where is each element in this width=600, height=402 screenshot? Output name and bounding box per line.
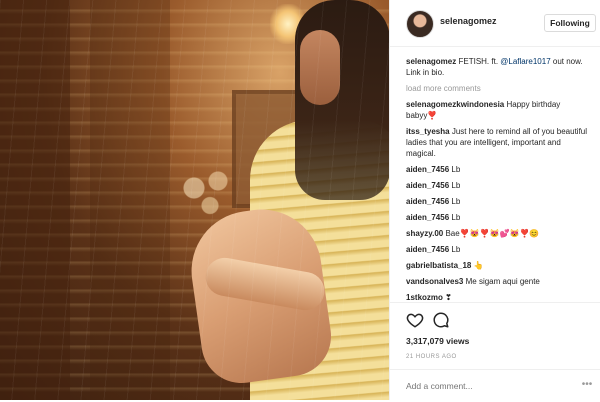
speech-bubble-icon[interactable] xyxy=(432,311,450,329)
caption-text: FETISH. ft. xyxy=(458,57,501,66)
comment-item: gabrielbatista_18 👆 xyxy=(406,260,592,271)
comment-username[interactable]: aiden_7456 xyxy=(406,181,449,190)
comment-username[interactable]: aiden_7456 xyxy=(406,213,449,222)
header-username[interactable]: selenagomez xyxy=(440,16,497,26)
comment-username[interactable]: aiden_7456 xyxy=(406,165,449,174)
post-timestamp[interactable]: 21 HOURS AGO xyxy=(406,354,457,360)
post-sidebar: selenagomez Following selenagomez FETISH… xyxy=(389,0,600,400)
view-count[interactable]: 3,317,079 views xyxy=(406,336,469,346)
comment-username[interactable]: selenagomezkwindonesia xyxy=(406,100,504,109)
comment-text: Lb xyxy=(451,245,461,254)
comment-item: aiden_7456 Lb xyxy=(406,212,592,223)
comment-item: aiden_7456 Lb xyxy=(406,244,592,255)
comment-item: aiden_7456 Lb xyxy=(406,180,592,191)
comment-username[interactable]: 1stkozmo xyxy=(406,293,443,302)
comment-item: selenagomezkwindonesia Happy birthday ba… xyxy=(406,99,592,121)
comment-username[interactable]: itss_tyesha xyxy=(406,127,450,136)
post-image[interactable] xyxy=(0,0,389,400)
more-options-icon[interactable]: ••• xyxy=(580,378,594,392)
comment-text: Bae❣️😻❣️😻💕😻❣️😊 xyxy=(445,229,540,238)
comment-text: Lb xyxy=(451,197,461,206)
comment-text: Lb xyxy=(451,213,461,222)
comment-list: selenagomez FETISH. ft. @Laflare1017 out… xyxy=(406,56,592,308)
comment-username[interactable]: vandsonalves3 xyxy=(406,277,463,286)
add-comment-input[interactable] xyxy=(406,379,566,393)
comment-text: Lb xyxy=(451,165,461,174)
comment-text: 👆 xyxy=(473,261,484,270)
avatar[interactable] xyxy=(406,10,434,38)
rain-overlay xyxy=(0,0,389,400)
comment-item: shayzy.00 Bae❣️😻❣️😻💕😻❣️😊 xyxy=(406,228,592,239)
heart-icon[interactable] xyxy=(406,311,424,329)
comment-username[interactable]: aiden_7456 xyxy=(406,197,449,206)
caption: selenagomez FETISH. ft. @Laflare1017 out… xyxy=(406,56,592,78)
comment-item: aiden_7456 Lb xyxy=(406,196,592,207)
comment-text: Lb xyxy=(451,181,461,190)
comment-item: aiden_7456 Lb xyxy=(406,164,592,175)
caption-username[interactable]: selenagomez xyxy=(406,57,456,66)
comment-username[interactable]: shayzy.00 xyxy=(406,229,443,238)
load-more-comments-link[interactable]: load more comments xyxy=(406,83,592,94)
add-comment-bar: ••• xyxy=(390,369,600,402)
comment-text: ❣ xyxy=(445,293,452,302)
post-header: selenagomez Following xyxy=(390,0,600,47)
comment-item: itss_tyesha Just here to remind all of y… xyxy=(406,126,592,159)
comment-username[interactable]: gabrielbatista_18 xyxy=(406,261,471,270)
post-actions: 3,317,079 views 21 HOURS AGO ••• xyxy=(390,302,600,401)
following-button[interactable]: Following xyxy=(544,14,596,32)
comment-username[interactable]: aiden_7456 xyxy=(406,245,449,254)
comment-text: Me sigam aqui gente xyxy=(465,277,540,286)
comment-item: vandsonalves3 Me sigam aqui gente xyxy=(406,276,592,287)
caption-mention-link[interactable]: @Laflare1017 xyxy=(500,57,550,66)
